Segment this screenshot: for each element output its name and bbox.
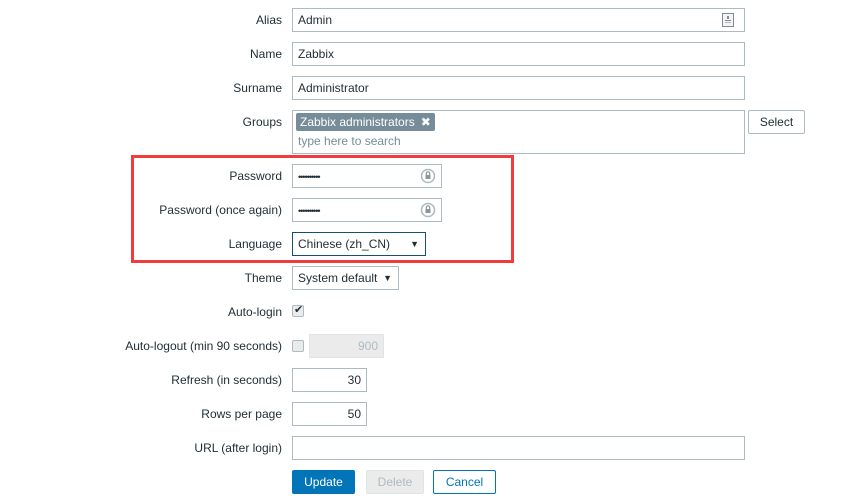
- groups-label: Groups: [242, 115, 282, 129]
- groups-multiselect[interactable]: Zabbix administrators ✖ type here to sear…: [292, 110, 745, 154]
- auto-logout-input: 900: [309, 334, 384, 358]
- group-tag: Zabbix administrators ✖: [296, 113, 435, 131]
- theme-label: Theme: [244, 271, 282, 285]
- password-input[interactable]: ••••••••••: [292, 164, 442, 188]
- group-tag-label: Zabbix administrators: [300, 115, 415, 129]
- alias-label: Alias: [255, 13, 282, 27]
- auto-logout-checkbox[interactable]: [292, 340, 304, 352]
- dropdown-arrow-icon: ▼: [383, 273, 392, 283]
- password-reveal-icon[interactable]: [420, 168, 436, 187]
- name-input[interactable]: Zabbix: [292, 42, 745, 66]
- update-button[interactable]: Update: [292, 470, 355, 494]
- surname-input[interactable]: Administrator: [292, 76, 745, 100]
- refresh-input[interactable]: 30: [292, 368, 367, 392]
- password-again-value: ••••••••••: [298, 206, 320, 216]
- delete-button: Delete: [366, 470, 424, 494]
- auto-logout-label: Auto-logout (min 90 seconds): [125, 339, 282, 353]
- auto-login-label: Auto-login: [227, 305, 282, 319]
- alias-input[interactable]: Admin: [292, 8, 745, 32]
- theme-selected: System default: [298, 271, 378, 285]
- password-again-input[interactable]: ••••••••••: [292, 198, 442, 222]
- contact-card-icon[interactable]: [722, 12, 734, 31]
- surname-label: Surname: [233, 81, 282, 95]
- url-label: URL (after login): [194, 441, 282, 455]
- checkmark-icon: ✔: [294, 304, 304, 316]
- auto-login-checkbox[interactable]: ✔: [292, 304, 304, 317]
- alias-value: Admin: [298, 13, 333, 27]
- password-label: Password: [229, 169, 282, 183]
- url-input[interactable]: [292, 436, 745, 460]
- password-value: ••••••••••: [298, 172, 320, 182]
- language-select[interactable]: Chinese (zh_CN) ▼: [292, 232, 426, 256]
- cancel-button[interactable]: Cancel: [433, 470, 496, 494]
- name-label: Name: [249, 47, 282, 61]
- rows-per-page-input[interactable]: 50: [292, 402, 367, 426]
- dropdown-arrow-icon: ▼: [410, 239, 419, 249]
- groups-search-input[interactable]: type here to search: [298, 134, 401, 148]
- language-selected: Chinese (zh_CN): [298, 237, 391, 251]
- refresh-label: Refresh (in seconds): [171, 373, 282, 387]
- password-again-label: Password (once again): [159, 203, 282, 217]
- password-reveal-icon[interactable]: [420, 202, 436, 221]
- theme-select[interactable]: System default ▼: [292, 266, 399, 290]
- close-icon[interactable]: ✖: [421, 113, 431, 131]
- groups-select-button[interactable]: Select: [748, 110, 805, 134]
- rows-per-page-label: Rows per page: [201, 407, 282, 421]
- language-label: Language: [228, 237, 282, 251]
